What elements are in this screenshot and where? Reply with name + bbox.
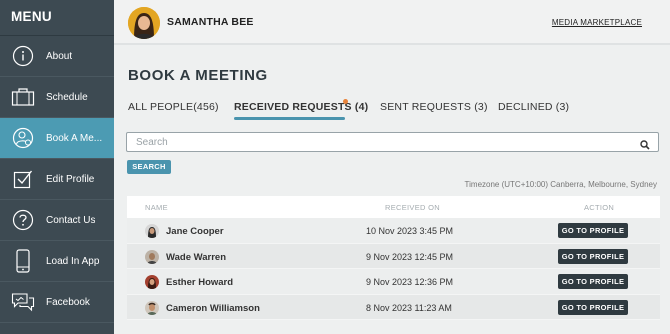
search-box [126,132,659,152]
user-name: SAMANTHA BEE [167,16,254,28]
row-received-on: 9 Nov 2023 12:45 PM [366,251,454,262]
timezone-label: Timezone (UTC+10:00) Canberra, Melbourne… [464,180,657,189]
table-row: Wade Warren 9 Nov 2023 12:45 PM GO TO PR… [127,243,660,269]
meeting-person-icon [0,127,46,149]
tab-declined[interactable]: DECLINED (3) [498,101,569,113]
column-header-action: ACTION [584,203,615,212]
media-marketplace-link[interactable]: MEDIA MARKETPLACE [552,18,642,27]
sidebar-item-load-in-app[interactable]: Load In App [0,241,114,282]
row-received-on: 8 Nov 2023 11:23 AM [366,302,452,313]
go-to-profile-button[interactable]: GO TO PROFILE [558,248,628,264]
column-header-received-on: RECEIVED ON [385,203,440,212]
checkbox-edit-icon [0,169,46,189]
table-row: Esther Howard 9 Nov 2023 12:36 PM GO TO … [127,269,660,295]
sidebar-item-contact-us[interactable]: Contact Us [0,200,114,241]
sidebar-item-about[interactable]: About [0,36,114,77]
sidebar-item-edit-profile[interactable]: Edit Profile [0,159,114,200]
menu-title: MENU [0,0,114,36]
column-header-name: NAME [145,203,168,212]
sidebar-item-facebook[interactable]: Facebook [0,282,114,323]
go-to-profile-button[interactable]: GO TO PROFILE [558,223,628,238]
question-icon [0,209,46,231]
sidebar-item-label: Edit Profile [46,173,95,185]
tab-received-requests[interactable]: RECEIVED REQUESTS (4) [234,101,368,113]
table-body: Jane Cooper 10 Nov 2023 3:45 PM GO TO PR… [127,218,660,320]
chat-icon [0,292,46,312]
sidebar-item-label: Schedule [46,91,88,103]
avatar [145,275,159,289]
sidebar-item-book-a-meeting[interactable]: Book A Me... [0,118,114,159]
go-to-profile-button[interactable]: GO TO PROFILE [558,274,628,289]
table-row: Cameron Williamson 8 Nov 2023 11:23 AM G… [127,294,660,320]
search-input[interactable] [127,133,627,151]
tab-all-people[interactable]: ALL PEOPLE(456) [128,101,219,113]
page-title: BOOK A MEETING [128,67,268,84]
sidebar-item-label: Load In App [46,255,100,267]
tab-sent-requests[interactable]: SENT REQUESTS (3) [380,101,488,113]
sidebar-item-schedule[interactable]: Schedule [0,77,114,118]
sidebar-item-label: Contact Us [46,214,96,226]
go-to-profile-button[interactable]: GO TO PROFILE [558,299,628,315]
table-header: NAME RECEIVED ON ACTION [127,196,660,218]
top-header: SAMANTHA BEE MEDIA MARKETPLACE [114,0,670,45]
sidebar: MENU About Schedule Book A Me... Edit Pr… [0,0,114,334]
avatar[interactable] [128,7,160,39]
avatar [145,224,159,238]
avatar [145,300,159,315]
search-icon[interactable] [640,137,650,155]
active-tab-indicator [234,117,345,120]
requests-table: NAME RECEIVED ON ACTION Jane Cooper 10 N… [127,196,660,320]
notification-dot [343,99,348,104]
row-received-on: 9 Nov 2023 12:36 PM [366,277,454,287]
sidebar-item-label: Book A Me... [46,132,103,144]
avatar [145,249,159,264]
sidebar-item-label: Facebook [46,296,90,308]
sidebar-item-label: About [46,50,73,62]
briefcase-icon [0,87,46,107]
main-content: BOOK A MEETING ALL PEOPLE(456) RECEIVED … [114,47,670,334]
row-name: Jane Cooper [166,226,224,237]
info-icon [0,45,46,67]
search-button[interactable]: SEARCH [127,160,171,174]
row-name: Cameron Williamson [166,302,260,314]
table-row: Jane Cooper 10 Nov 2023 3:45 PM GO TO PR… [127,218,660,244]
row-name: Esther Howard [166,277,234,288]
row-received-on: 10 Nov 2023 3:45 PM [366,226,454,236]
phone-icon [0,249,46,273]
row-name: Wade Warren [166,251,227,263]
